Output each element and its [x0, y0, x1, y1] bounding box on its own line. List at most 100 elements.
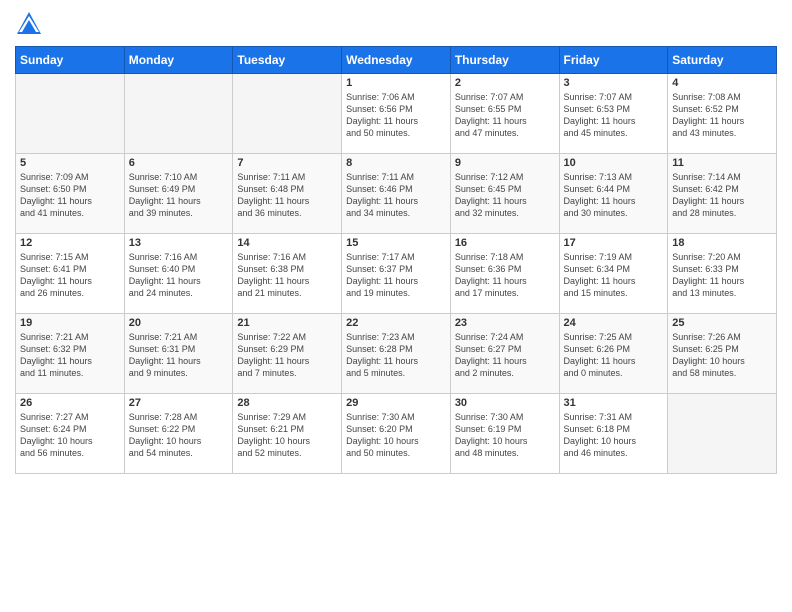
- day-info: Sunrise: 7:29 AM Sunset: 6:21 PM Dayligh…: [237, 411, 337, 460]
- day-info: Sunrise: 7:18 AM Sunset: 6:36 PM Dayligh…: [455, 251, 555, 300]
- day-number: 20: [129, 317, 229, 329]
- day-info: Sunrise: 7:28 AM Sunset: 6:22 PM Dayligh…: [129, 411, 229, 460]
- calendar-cell: 27 Sunrise: 7:28 AM Sunset: 6:22 PM Dayli…: [124, 394, 233, 474]
- day-info: Sunrise: 7:09 AM Sunset: 6:50 PM Dayligh…: [20, 171, 120, 220]
- day-number: 16: [455, 237, 555, 249]
- calendar-cell: 13 Sunrise: 7:16 AM Sunset: 6:40 PM Dayli…: [124, 234, 233, 314]
- logo: [15, 10, 47, 38]
- day-info: Sunrise: 7:26 AM Sunset: 6:25 PM Dayligh…: [672, 331, 772, 380]
- calendar-cell: 10 Sunrise: 7:13 AM Sunset: 6:44 PM Dayli…: [559, 154, 668, 234]
- day-number: 9: [455, 157, 555, 169]
- calendar-cell: 21 Sunrise: 7:22 AM Sunset: 6:29 PM Dayli…: [233, 314, 342, 394]
- calendar-cell: [124, 74, 233, 154]
- page: SundayMondayTuesdayWednesdayThursdayFrid…: [0, 0, 792, 612]
- day-number: 22: [346, 317, 446, 329]
- day-number: 11: [672, 157, 772, 169]
- day-info: Sunrise: 7:11 AM Sunset: 6:46 PM Dayligh…: [346, 171, 446, 220]
- day-number: 21: [237, 317, 337, 329]
- calendar-cell: 7 Sunrise: 7:11 AM Sunset: 6:48 PM Daylig…: [233, 154, 342, 234]
- day-info: Sunrise: 7:08 AM Sunset: 6:52 PM Dayligh…: [672, 91, 772, 140]
- day-number: 18: [672, 237, 772, 249]
- calendar-cell: 6Sunrise: 7:10 AM Sunset: 6:49 PM Daylig…: [124, 154, 233, 234]
- day-info: Sunrise: 7:12 AM Sunset: 6:45 PM Dayligh…: [455, 171, 555, 220]
- calendar: SundayMondayTuesdayWednesdayThursdayFrid…: [15, 46, 777, 474]
- day-info: Sunrise: 7:30 AM Sunset: 6:19 PM Dayligh…: [455, 411, 555, 460]
- day-info: Sunrise: 7:16 AM Sunset: 6:40 PM Dayligh…: [129, 251, 229, 300]
- calendar-cell: 25 Sunrise: 7:26 AM Sunset: 6:25 PM Dayli…: [668, 314, 777, 394]
- day-number: 17: [564, 237, 664, 249]
- day-number: 4: [672, 77, 772, 89]
- day-number: 25: [672, 317, 772, 329]
- header: [15, 10, 777, 38]
- calendar-header-row: SundayMondayTuesdayWednesdayThursdayFrid…: [16, 47, 777, 74]
- calendar-week-row: 5 Sunrise: 7:09 AM Sunset: 6:50 PM Daylig…: [16, 154, 777, 234]
- day-info: Sunrise: 7:13 AM Sunset: 6:44 PM Dayligh…: [564, 171, 664, 220]
- day-number: 23: [455, 317, 555, 329]
- day-info: Sunrise: 7:06 AM Sunset: 6:56 PM Dayligh…: [346, 91, 446, 140]
- calendar-cell: 28 Sunrise: 7:29 AM Sunset: 6:21 PM Dayli…: [233, 394, 342, 474]
- day-info: Sunrise: 7:30 AM Sunset: 6:20 PM Dayligh…: [346, 411, 446, 460]
- day-number: 31: [564, 397, 664, 409]
- calendar-cell: 8Sunrise: 7:11 AM Sunset: 6:46 PM Daylig…: [342, 154, 451, 234]
- calendar-cell: 30 Sunrise: 7:30 AM Sunset: 6:19 PM Dayli…: [450, 394, 559, 474]
- day-number: 30: [455, 397, 555, 409]
- calendar-cell: 9 Sunrise: 7:12 AM Sunset: 6:45 PM Daylig…: [450, 154, 559, 234]
- day-number: 15: [346, 237, 446, 249]
- day-info: Sunrise: 7:25 AM Sunset: 6:26 PM Dayligh…: [564, 331, 664, 380]
- calendar-cell: 22 Sunrise: 7:23 AM Sunset: 6:28 PM Dayli…: [342, 314, 451, 394]
- day-info: Sunrise: 7:23 AM Sunset: 6:28 PM Dayligh…: [346, 331, 446, 380]
- calendar-day-header: Tuesday: [233, 47, 342, 74]
- day-number: 7: [237, 157, 337, 169]
- day-number: 12: [20, 237, 120, 249]
- calendar-day-header: Monday: [124, 47, 233, 74]
- day-info: Sunrise: 7:17 AM Sunset: 6:37 PM Dayligh…: [346, 251, 446, 300]
- day-number: 1: [346, 77, 446, 89]
- day-number: 5: [20, 157, 120, 169]
- day-info: Sunrise: 7:14 AM Sunset: 6:42 PM Dayligh…: [672, 171, 772, 220]
- calendar-cell: 5 Sunrise: 7:09 AM Sunset: 6:50 PM Daylig…: [16, 154, 125, 234]
- calendar-cell: 4 Sunrise: 7:08 AM Sunset: 6:52 PM Daylig…: [668, 74, 777, 154]
- day-number: 2: [455, 77, 555, 89]
- day-number: 29: [346, 397, 446, 409]
- calendar-day-header: Thursday: [450, 47, 559, 74]
- day-number: 13: [129, 237, 229, 249]
- calendar-cell: 31 Sunrise: 7:31 AM Sunset: 6:18 PM Dayli…: [559, 394, 668, 474]
- calendar-cell: [233, 74, 342, 154]
- day-info: Sunrise: 7:15 AM Sunset: 6:41 PM Dayligh…: [20, 251, 120, 300]
- day-number: 14: [237, 237, 337, 249]
- calendar-cell: 19Sunrise: 7:21 AM Sunset: 6:32 PM Dayli…: [16, 314, 125, 394]
- calendar-day-header: Friday: [559, 47, 668, 74]
- day-number: 28: [237, 397, 337, 409]
- day-info: Sunrise: 7:27 AM Sunset: 6:24 PM Dayligh…: [20, 411, 120, 460]
- calendar-cell: 16 Sunrise: 7:18 AM Sunset: 6:36 PM Dayli…: [450, 234, 559, 314]
- day-info: Sunrise: 7:22 AM Sunset: 6:29 PM Dayligh…: [237, 331, 337, 380]
- calendar-week-row: 12 Sunrise: 7:15 AM Sunset: 6:41 PM Dayli…: [16, 234, 777, 314]
- logo-icon: [15, 10, 43, 38]
- day-info: Sunrise: 7:21 AM Sunset: 6:31 PM Dayligh…: [129, 331, 229, 380]
- calendar-week-row: 1 Sunrise: 7:06 AM Sunset: 6:56 PM Daylig…: [16, 74, 777, 154]
- day-info: Sunrise: 7:11 AM Sunset: 6:48 PM Dayligh…: [237, 171, 337, 220]
- calendar-cell: 17Sunrise: 7:19 AM Sunset: 6:34 PM Dayli…: [559, 234, 668, 314]
- calendar-cell: 20 Sunrise: 7:21 AM Sunset: 6:31 PM Dayli…: [124, 314, 233, 394]
- day-number: 6: [129, 157, 229, 169]
- day-number: 3: [564, 77, 664, 89]
- day-info: Sunrise: 7:31 AM Sunset: 6:18 PM Dayligh…: [564, 411, 664, 460]
- calendar-cell: [16, 74, 125, 154]
- day-number: 27: [129, 397, 229, 409]
- calendar-cell: 1 Sunrise: 7:06 AM Sunset: 6:56 PM Daylig…: [342, 74, 451, 154]
- calendar-cell: 18Sunrise: 7:20 AM Sunset: 6:33 PM Dayli…: [668, 234, 777, 314]
- calendar-cell: 23 Sunrise: 7:24 AM Sunset: 6:27 PM Dayli…: [450, 314, 559, 394]
- day-info: Sunrise: 7:24 AM Sunset: 6:27 PM Dayligh…: [455, 331, 555, 380]
- calendar-day-header: Wednesday: [342, 47, 451, 74]
- calendar-cell: 2Sunrise: 7:07 AM Sunset: 6:55 PM Daylig…: [450, 74, 559, 154]
- calendar-day-header: Sunday: [16, 47, 125, 74]
- day-info: Sunrise: 7:07 AM Sunset: 6:53 PM Dayligh…: [564, 91, 664, 140]
- calendar-cell: 24Sunrise: 7:25 AM Sunset: 6:26 PM Dayli…: [559, 314, 668, 394]
- calendar-cell: 14Sunrise: 7:16 AM Sunset: 6:38 PM Dayli…: [233, 234, 342, 314]
- calendar-cell: 12 Sunrise: 7:15 AM Sunset: 6:41 PM Dayli…: [16, 234, 125, 314]
- calendar-cell: 3 Sunrise: 7:07 AM Sunset: 6:53 PM Daylig…: [559, 74, 668, 154]
- day-number: 10: [564, 157, 664, 169]
- calendar-week-row: 26Sunrise: 7:27 AM Sunset: 6:24 PM Dayli…: [16, 394, 777, 474]
- day-info: Sunrise: 7:21 AM Sunset: 6:32 PM Dayligh…: [20, 331, 120, 380]
- calendar-day-header: Saturday: [668, 47, 777, 74]
